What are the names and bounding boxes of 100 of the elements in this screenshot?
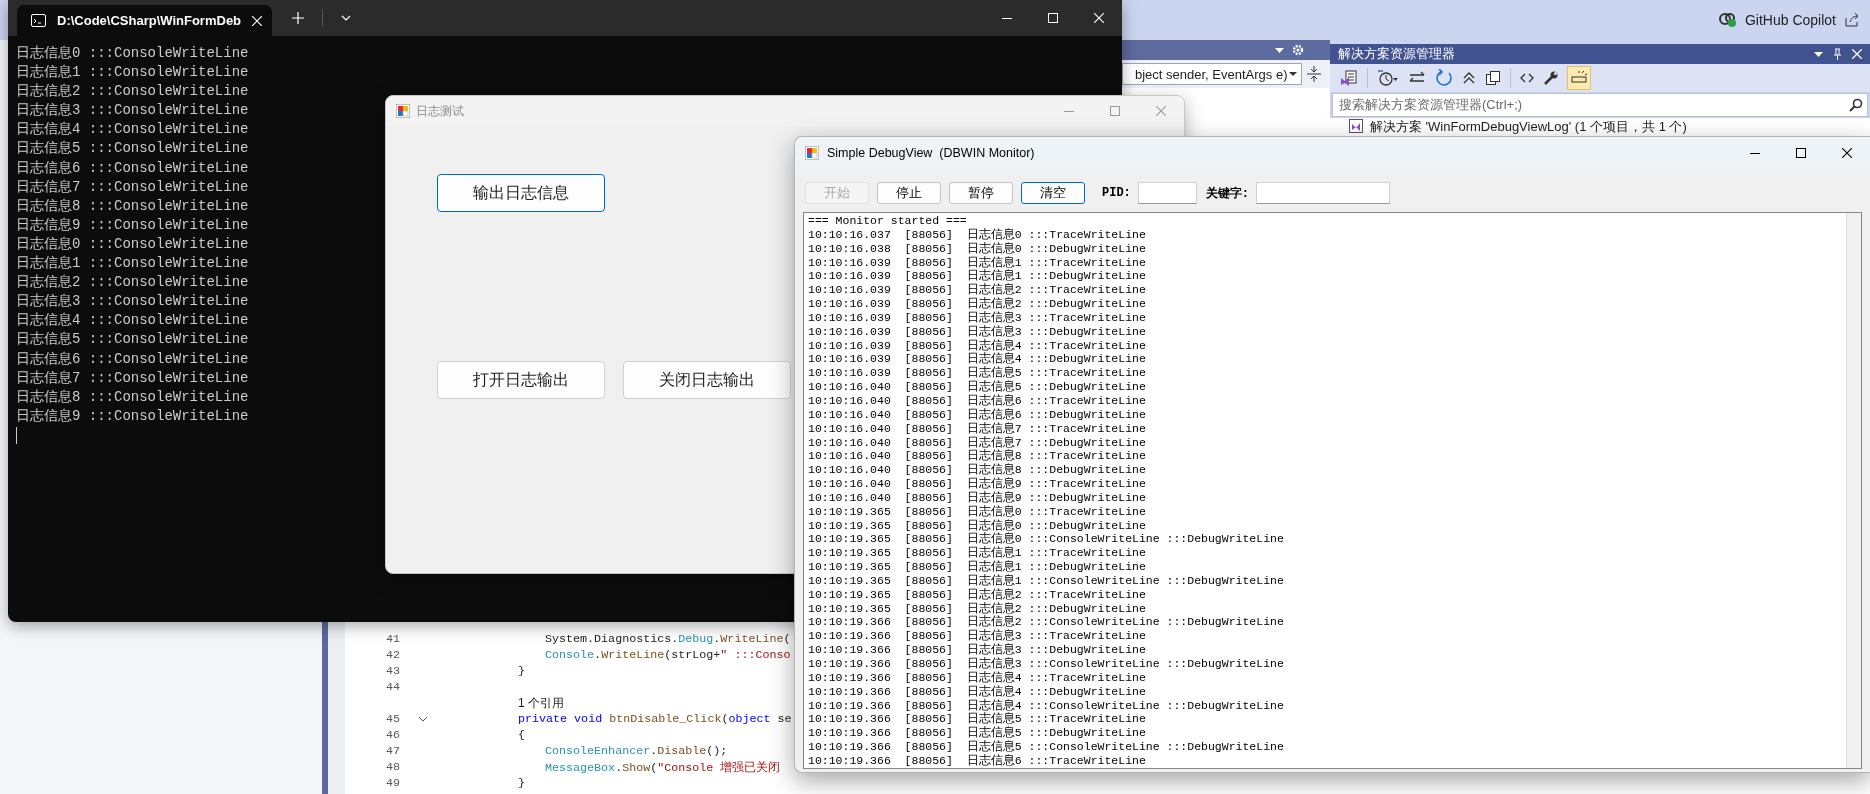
log-line: 10:10:19.366 [88056] 日志信息5 :::DebugWriteLine (808, 726, 1146, 740)
log-line: 10:10:19.365 [88056] 日志信息1 :::ConsoleWriteLine :::DebugWriteLine (808, 573, 1284, 588)
window-title: Simple DebugView (DBWIN Monitor) (827, 146, 1036, 160)
terminal-tab[interactable]: D:\Code\CSharp\WinFormDeb (17, 5, 273, 36)
switch-views-icon[interactable] (1340, 69, 1358, 87)
terminal-icon (31, 14, 46, 27)
line-number: 49 (385, 776, 400, 790)
toolbar-button[interactable]: 暂停 (949, 182, 1013, 204)
line-number: 47 (385, 744, 400, 758)
log-line: 10:10:19.366 [88056] 日志信息5 :::ConsoleWriteLine :::DebugWriteLine (808, 740, 1284, 754)
console-line: 日志信息6 :::ConsoleWriteLine (16, 158, 249, 178)
history-icon[interactable] (1377, 69, 1399, 87)
collapse-chevron-icon[interactable] (418, 716, 428, 722)
caret-icon[interactable] (341, 15, 352, 21)
sync-icon[interactable] (1408, 71, 1426, 85)
log-line: 10:10:19.365 [88056] 日志信息0 :::DebugWriteLine (808, 518, 1146, 532)
line-number: 48 (385, 760, 400, 774)
log-line: 10:10:19.366 [88056] 日志信息5 :::TraceWriteLine (808, 712, 1146, 726)
code-line: MessageBox.Show("Console 增强已关闭 (545, 760, 781, 775)
refresh-icon[interactable] (1435, 69, 1453, 87)
code-line: } (518, 776, 525, 790)
pin-icon[interactable] (1833, 48, 1842, 60)
new-tab-icon[interactable] (292, 12, 305, 24)
collapse-all-icon[interactable] (1462, 71, 1476, 85)
keyword-field[interactable] (1256, 182, 1390, 204)
line-number: 41 (385, 632, 400, 646)
console-line: 日志信息2 :::ConsoleWriteLine (16, 273, 249, 293)
settings-icon[interactable] (1292, 44, 1304, 56)
form-button[interactable]: 关闭日志输出 (623, 361, 791, 399)
line-number: 42 (385, 648, 400, 662)
search-field[interactable]: 搜索解决方案资源管理器(Ctrl+;) (1332, 93, 1868, 117)
text-cursor (16, 426, 17, 444)
copy-icon[interactable] (1485, 70, 1501, 86)
log-line: === Monitor started === (808, 214, 967, 228)
console-line: 日志信息4 :::ConsoleWriteLine (16, 311, 249, 331)
log-line: 10:10:16.039 [88056] 日志信息1 :::DebugWriteLine (808, 269, 1146, 283)
panel-title: 解决方案资源管理器 (1338, 45, 1456, 63)
log-line: 10:10:16.039 [88056] 日志信息3 :::DebugWriteLine (808, 324, 1146, 339)
pid-field[interactable] (1137, 182, 1197, 204)
member-dropdown[interactable]: bject sender, EventArgs e) (1122, 63, 1302, 85)
console-line: 日志信息5 :::ConsoleWriteLine (16, 330, 249, 350)
copilot-icon[interactable] (1718, 12, 1737, 28)
code-icon[interactable] (1520, 73, 1534, 83)
toolbar-button[interactable]: 停止 (877, 182, 941, 204)
line-number: 44 (385, 680, 400, 694)
preview-icon[interactable] (1568, 67, 1590, 89)
wrench-icon[interactable] (1543, 70, 1559, 86)
log-line: 10:10:16.040 [88056] 日志信息7 :::DebugWriteLine (808, 435, 1146, 449)
log-line: 10:10:16.037 [88056] 日志信息0 :::TraceWriteLine (808, 227, 1146, 242)
code-line: } (518, 664, 525, 678)
code-line: System.Diagnostics.Debug.WriteLine( (545, 632, 791, 646)
form-button[interactable]: 输出日志信息 (437, 174, 605, 212)
line-number: 43 (385, 664, 400, 678)
share-icon[interactable] (1844, 12, 1860, 28)
console-line: 日志信息1 :::ConsoleWriteLine (16, 63, 249, 83)
dropdown-icon[interactable] (1275, 47, 1284, 53)
console-line: 日志信息1 :::ConsoleWriteLine (16, 254, 249, 274)
toolbar-button[interactable]: 清空 (1021, 182, 1085, 204)
log-line: 10:10:19.366 [88056] 日志信息4 :::DebugWriteLine (808, 684, 1146, 699)
log-line: 10:10:16.040 [88056] 日志信息6 :::TraceWriteLine (808, 393, 1146, 408)
split-icon[interactable] (1306, 65, 1322, 83)
log-line: 10:10:16.039 [88056] 日志信息2 :::DebugWriteLine (808, 297, 1146, 311)
line-number: 45 (385, 712, 400, 726)
log-line: 10:10:16.039 [88056] 日志信息1 :::TraceWriteLine (808, 255, 1146, 269)
log-line: 10:10:16.039 [88056] 日志信息5 :::TraceWriteLine (808, 366, 1146, 380)
log-line: 10:10:16.039 [88056] 日志信息4 :::TraceWriteLine (808, 338, 1146, 352)
log-line: 10:10:19.366 [88056] 日志信息4 :::TraceWriteLine (808, 670, 1146, 685)
log-line: 10:10:19.365 [88056] 日志信息0 :::TraceWriteLine (808, 504, 1146, 519)
console-line: 日志信息8 :::ConsoleWriteLine (16, 387, 249, 407)
console-line: 日志信息3 :::ConsoleWriteLine (16, 101, 249, 121)
code-line: private void btnDisable_Click(object se (518, 712, 792, 726)
field-label: PID: (1102, 186, 1131, 200)
console-line: 日志信息9 :::ConsoleWriteLine (16, 406, 249, 426)
minimize-icon[interactable] (1002, 17, 1012, 19)
log-line: 10:10:16.039 [88056] 日志信息4 :::DebugWriteLine (808, 352, 1146, 366)
dropdown-icon[interactable] (1814, 51, 1823, 57)
scrollbar[interactable] (1846, 213, 1861, 768)
app-icon (805, 146, 819, 160)
log-line: 10:10:16.039 [88056] 日志信息2 :::TraceWriteLine (808, 283, 1146, 297)
log-line: 10:10:19.365 [88056] 日志信息0 :::ConsoleWriteLine :::DebugWriteLine (808, 532, 1284, 546)
log-line: 10:10:19.366 [88056] 日志信息2 :::ConsoleWriteLine :::DebugWriteLine (808, 615, 1284, 629)
reference-count[interactable]: 1 个引用 (518, 695, 564, 710)
console-line: 日志信息6 :::ConsoleWriteLine (16, 349, 249, 369)
log-line: 10:10:19.365 [88056] 日志信息2 :::DebugWriteLine (808, 601, 1146, 615)
tree-item[interactable]: 解决方案 'WinFormDebugViewLog' (1 个项目，共 1 个) (1344, 118, 1691, 134)
maximize-icon[interactable] (1796, 148, 1806, 158)
console-line: 日志信息7 :::ConsoleWriteLine (16, 368, 249, 388)
log-line: 10:10:19.365 [88056] 日志信息2 :::TraceWriteLine (808, 587, 1146, 602)
caret-icon (1289, 72, 1297, 76)
close-icon[interactable] (1842, 148, 1852, 158)
account-label[interactable]: GitHub Copilot (1744, 12, 1836, 28)
log-line: 10:10:16.040 [88056] 日志信息5 :::DebugWriteLine (808, 380, 1146, 394)
log-line: 10:10:19.366 [88056] 日志信息3 :::ConsoleWriteLine :::DebugWriteLine (808, 657, 1284, 671)
form-button[interactable]: 打开日志输出 (437, 361, 605, 399)
log-line: 10:10:16.040 [88056] 日志信息6 :::DebugWriteLine (808, 407, 1146, 422)
code-line: ConsoleEnhancer.Disable(); (545, 744, 728, 758)
log-line: 10:10:16.040 [88056] 日志信息8 :::DebugWriteLine (808, 463, 1146, 477)
line-number: 46 (385, 728, 400, 742)
minimize-icon[interactable] (1750, 152, 1760, 154)
code-line: { (518, 728, 525, 742)
